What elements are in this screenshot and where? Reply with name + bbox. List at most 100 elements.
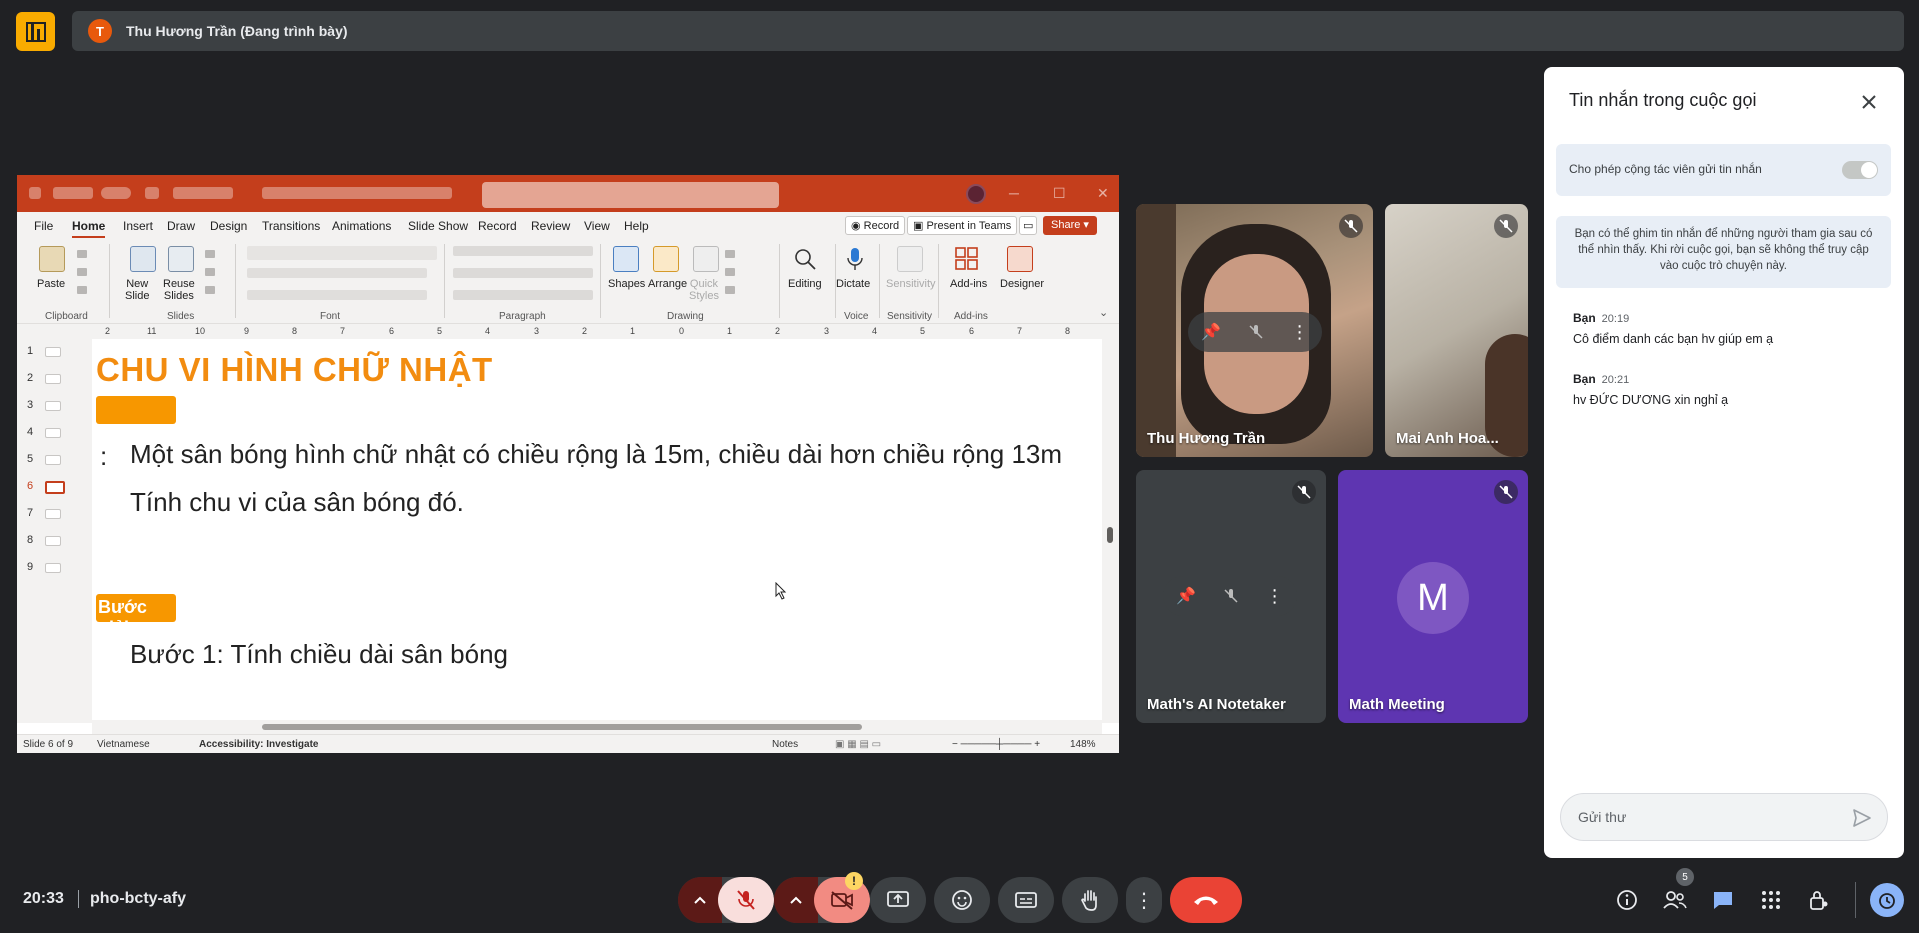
slide-thumb-5[interactable] xyxy=(45,455,61,465)
slide-thumb-2[interactable] xyxy=(45,374,61,384)
new-slide-button[interactable]: New Slide xyxy=(125,278,149,302)
tab-draw[interactable]: Draw xyxy=(167,219,195,233)
paste-button[interactable]: Paste xyxy=(37,278,65,290)
zoom-slider[interactable]: − ─────┼──── + xyxy=(952,739,1040,750)
slide-canvas[interactable]: CHU VI HÌNH CHỮ NHẬT : Một sân bóng hình… xyxy=(92,339,1102,719)
sensitivity-button[interactable]: Sensitivity xyxy=(886,278,936,290)
tab-slide-show[interactable]: Slide Show xyxy=(408,219,468,233)
participant-tile-mai-anh[interactable]: Mai Anh Hoa... xyxy=(1385,204,1528,457)
chat-button-active[interactable] xyxy=(1709,886,1737,914)
slide-thumb-1[interactable] xyxy=(45,347,61,357)
slide-counter: Slide 6 of 9 xyxy=(23,739,74,750)
sensitivity-icon[interactable] xyxy=(897,246,923,272)
editing-search-icon[interactable] xyxy=(792,246,818,272)
new-slide-icon[interactable] xyxy=(130,246,156,272)
tab-view[interactable]: View xyxy=(584,219,610,233)
tab-insert[interactable]: Insert xyxy=(123,219,153,233)
host-controls-button[interactable] xyxy=(1805,886,1833,914)
slide-thumb-8[interactable] xyxy=(45,536,61,546)
add-ins-icon[interactable] xyxy=(954,246,980,272)
participant-tile-math-meeting[interactable]: M Math Meeting xyxy=(1338,470,1528,723)
slide-thumb-7[interactable] xyxy=(45,509,61,519)
dictate-mic-icon[interactable] xyxy=(842,246,868,272)
present-in-teams-button[interactable]: ▣ Present in Teams xyxy=(907,216,1018,235)
send-icon[interactable] xyxy=(1851,807,1873,829)
app-logo[interactable] xyxy=(16,12,55,51)
slide-thumb-num: 5 xyxy=(27,453,34,465)
allow-messages-toggle[interactable] xyxy=(1842,161,1878,179)
editing-button[interactable]: Editing xyxy=(788,278,822,290)
tab-home[interactable]: Home xyxy=(72,219,106,238)
ppt-ribbon: Paste New Slide Reuse Slides Shapes Arra… xyxy=(17,238,1119,324)
close-icon[interactable] xyxy=(1854,87,1884,117)
audio-options-chevron-icon[interactable] xyxy=(678,877,722,923)
slide-thumb-4[interactable] xyxy=(45,428,61,438)
tab-review[interactable]: Review xyxy=(531,219,570,233)
view-buttons-icon[interactable]: ▣ ▦ ▤ ▭ xyxy=(835,739,881,750)
end-call-icon xyxy=(1194,896,1218,905)
slide-thumb-9[interactable] xyxy=(45,563,61,573)
horizontal-scrollbar[interactable] xyxy=(92,720,1102,734)
participant-name: Math's AI Notetaker xyxy=(1147,696,1286,713)
timer-button[interactable] xyxy=(1870,883,1904,917)
shapes-icon[interactable] xyxy=(613,246,639,272)
captions-button[interactable] xyxy=(998,877,1054,923)
maximize-icon[interactable]: ☐ xyxy=(1053,185,1066,202)
raise-hand-button[interactable] xyxy=(1062,877,1118,923)
participant-tile-thu-huong[interactable]: 📌 ⋮ Thu Hương Trần xyxy=(1136,204,1373,457)
people-button[interactable] xyxy=(1661,886,1689,914)
tab-help[interactable]: Help xyxy=(624,219,649,233)
tab-animations[interactable]: Animations xyxy=(332,219,391,233)
language-status[interactable]: Vietnamese xyxy=(97,739,150,750)
shapes-button[interactable]: Shapes xyxy=(608,278,645,290)
meeting-info-button[interactable] xyxy=(1613,886,1641,914)
zoom-level[interactable]: 148% xyxy=(1070,739,1096,750)
more-options-button[interactable]: ⋮ xyxy=(1126,877,1162,923)
mic-muted-button[interactable] xyxy=(718,877,774,923)
participant-tile-ai-notetaker[interactable]: 📌 ⋮ Math's AI Notetaker xyxy=(1136,470,1326,723)
reuse-slides-icon[interactable] xyxy=(168,246,194,272)
close-window-icon[interactable]: ✕ xyxy=(1097,185,1109,202)
activities-button[interactable] xyxy=(1757,886,1785,914)
paste-icon[interactable] xyxy=(39,246,65,272)
tab-record[interactable]: Record xyxy=(478,219,517,233)
slide-thumb-3[interactable] xyxy=(45,401,61,411)
video-options-chevron-icon[interactable] xyxy=(774,877,818,923)
record-button[interactable]: ◉ Record xyxy=(845,216,906,235)
accessibility-status[interactable]: Accessibility: Investigate xyxy=(199,739,319,750)
reuse-slides-button[interactable]: Reuse Slides xyxy=(163,278,195,302)
designer-icon[interactable] xyxy=(1007,246,1033,272)
chat-input[interactable]: Gửi thư xyxy=(1560,793,1888,841)
share-button[interactable]: Share ▾ xyxy=(1043,216,1097,235)
notes-button[interactable]: Notes xyxy=(772,739,798,750)
arrange-button[interactable]: Arrange xyxy=(648,278,687,290)
add-ins-button[interactable]: Add-ins xyxy=(950,278,987,290)
ppt-user-avatar[interactable] xyxy=(966,184,986,204)
quick-styles-button[interactable]: Quick Styles xyxy=(689,278,719,302)
mute-participant-icon[interactable] xyxy=(1223,588,1239,604)
tab-file[interactable]: File xyxy=(34,219,53,233)
vertical-scrollbar[interactable] xyxy=(1102,339,1119,723)
designer-button[interactable]: Designer xyxy=(1000,278,1044,290)
pin-icon[interactable]: 📌 xyxy=(1176,586,1196,606)
reactions-button[interactable] xyxy=(934,877,990,923)
more-options-icon[interactable]: ⋮ xyxy=(1266,586,1284,607)
slide-thumb-6-selected[interactable] xyxy=(45,481,65,494)
mute-participant-icon[interactable] xyxy=(1248,324,1264,340)
collapse-ribbon-icon[interactable]: ⌄ xyxy=(1099,306,1108,319)
tab-transitions[interactable]: Transitions xyxy=(262,219,320,233)
dictate-button[interactable]: Dictate xyxy=(836,278,870,290)
group-drawing: Drawing xyxy=(667,311,704,322)
people-icon xyxy=(1663,891,1687,909)
chat-panel: Tin nhắn trong cuộc gọi Cho phép cộng tá… xyxy=(1544,67,1904,858)
leave-call-button[interactable] xyxy=(1170,877,1242,923)
ppt-search-box[interactable] xyxy=(482,182,779,208)
tab-design[interactable]: Design xyxy=(210,219,247,233)
present-screen-button[interactable] xyxy=(870,877,926,923)
arrange-icon[interactable] xyxy=(653,246,679,272)
more-options-icon[interactable]: ⋮ xyxy=(1291,322,1309,343)
pin-icon[interactable]: 📌 xyxy=(1201,322,1221,342)
quick-styles-icon[interactable] xyxy=(693,246,719,272)
comments-icon[interactable]: ▭ xyxy=(1019,216,1038,235)
minimize-icon[interactable]: ─ xyxy=(1009,185,1019,201)
